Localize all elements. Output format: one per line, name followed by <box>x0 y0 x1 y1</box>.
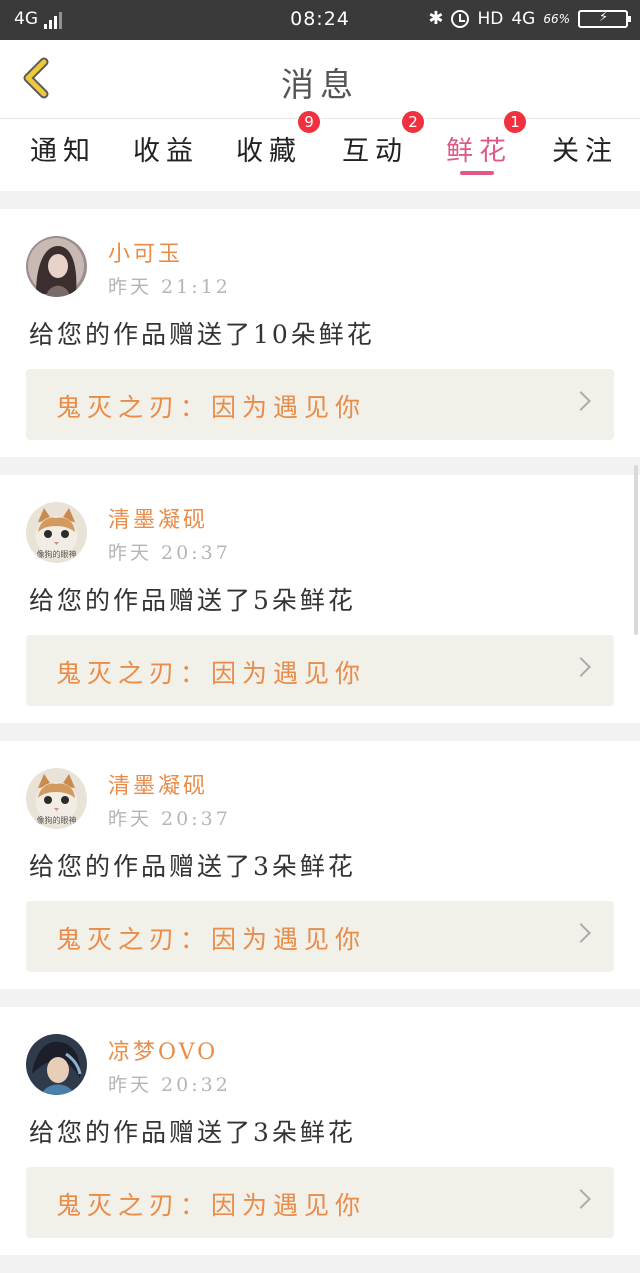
tab-label: 通知 <box>30 136 96 167</box>
work-link[interactable]: 鬼灭之刃：因为遇见你 <box>26 369 614 440</box>
work-title: 鬼灭之刃：因为遇见你 <box>56 1191 367 1220</box>
tab-flowers[interactable]: 鲜花 1 <box>446 109 528 191</box>
alarm-icon <box>451 9 470 28</box>
username[interactable]: 清墨凝砚 <box>108 502 208 534</box>
tab-interactions[interactable]: 互动 2 <box>342 109 426 191</box>
message-text: 给您的作品赠送了3朵鲜花 <box>29 1118 356 1147</box>
message-text: 给您的作品赠送了10朵鲜花 <box>29 320 375 349</box>
work-title: 鬼灭之刃：因为遇见你 <box>56 393 367 422</box>
tab-label: 关注 <box>552 136 618 167</box>
message-text: 给您的作品赠送了5朵鲜花 <box>29 586 356 615</box>
avatar-caption: 像狗的眼神 <box>37 549 77 559</box>
scrollbar[interactable] <box>634 465 638 635</box>
chevron-right-icon <box>571 391 591 411</box>
avatar-caption: 像狗的眼神 <box>37 815 77 825</box>
timestamp: 昨天 20:37 <box>108 542 231 564</box>
work-link[interactable]: 鬼灭之刃：因为遇见你 <box>26 635 614 706</box>
tab-earnings[interactable]: 收益 <box>133 119 203 191</box>
timestamp: 昨天 20:32 <box>108 1074 231 1096</box>
message-card: 小可玉 昨天 21:12 给您的作品赠送了10朵鲜花 鬼灭之刃：因为遇见你 <box>0 209 640 457</box>
status-bar: 4G 08:24 ✱ HD 4G 66% ⚡ <box>0 0 640 40</box>
battery-charging-icon: ⚡ <box>578 9 631 28</box>
username[interactable]: 清墨凝砚 <box>108 768 208 800</box>
tab-following[interactable]: 关注 <box>552 119 622 191</box>
top-bar: 消息 <box>0 40 640 119</box>
avatar[interactable] <box>26 236 87 297</box>
avatar[interactable]: 像狗的眼神 <box>26 502 87 563</box>
network-4g-indicator: 4G <box>511 8 536 29</box>
work-title: 鬼灭之刃：因为遇见你 <box>56 659 367 688</box>
work-link[interactable]: 鬼灭之刃：因为遇见你 <box>26 1167 614 1238</box>
message-text: 给您的作品赠送了3朵鲜花 <box>29 852 356 881</box>
message-card: 像狗的眼神 清墨凝砚 昨天 20:37 给您的作品赠送了3朵鲜花 鬼灭之刃：因为… <box>0 741 640 989</box>
bluetooth-icon: ✱ <box>428 8 444 29</box>
work-title: 鬼灭之刃：因为遇见你 <box>56 925 367 954</box>
hd-indicator: HD <box>477 8 504 29</box>
tab-favorites[interactable]: 收藏 9 <box>236 109 322 191</box>
timestamp: 昨天 20:37 <box>108 808 231 830</box>
chevron-right-icon <box>571 657 591 677</box>
message-card: 像狗的眼神 清墨凝砚 昨天 20:37 给您的作品赠送了5朵鲜花 鬼灭之刃：因为… <box>0 475 640 723</box>
unread-badge: 2 <box>400 109 426 135</box>
message-card: 凉梦OVO 昨天 20:32 给您的作品赠送了3朵鲜花 鬼灭之刃：因为遇见你 <box>0 1007 640 1255</box>
timestamp: 昨天 21:12 <box>108 276 231 298</box>
chevron-right-icon <box>571 1189 591 1209</box>
tab-notifications[interactable]: 通知 <box>30 119 100 191</box>
active-tab-indicator <box>460 171 494 175</box>
avatar[interactable] <box>26 1034 87 1095</box>
work-link[interactable]: 鬼灭之刃：因为遇见你 <box>26 901 614 972</box>
username[interactable]: 凉梦OVO <box>108 1034 218 1066</box>
tab-label: 鲜花 <box>446 136 512 167</box>
unread-badge: 9 <box>296 109 322 135</box>
chevron-right-icon <box>571 923 591 943</box>
avatar[interactable]: 像狗的眼神 <box>26 768 87 829</box>
tab-label: 互动 <box>342 136 408 167</box>
unread-badge: 1 <box>502 109 528 135</box>
page-title: 消息 <box>281 65 359 104</box>
username[interactable]: 小可玉 <box>108 236 183 268</box>
battery-percent: 66% <box>543 11 570 26</box>
tab-label: 收藏 <box>236 136 302 167</box>
message-list: 小可玉 昨天 21:12 给您的作品赠送了10朵鲜花 鬼灭之刃：因为遇见你 像狗… <box>0 209 640 1273</box>
tab-bar: 通知 收益 收藏 9 互动 2 鲜花 1 关注 <box>0 109 640 191</box>
tab-label: 收益 <box>133 136 199 167</box>
